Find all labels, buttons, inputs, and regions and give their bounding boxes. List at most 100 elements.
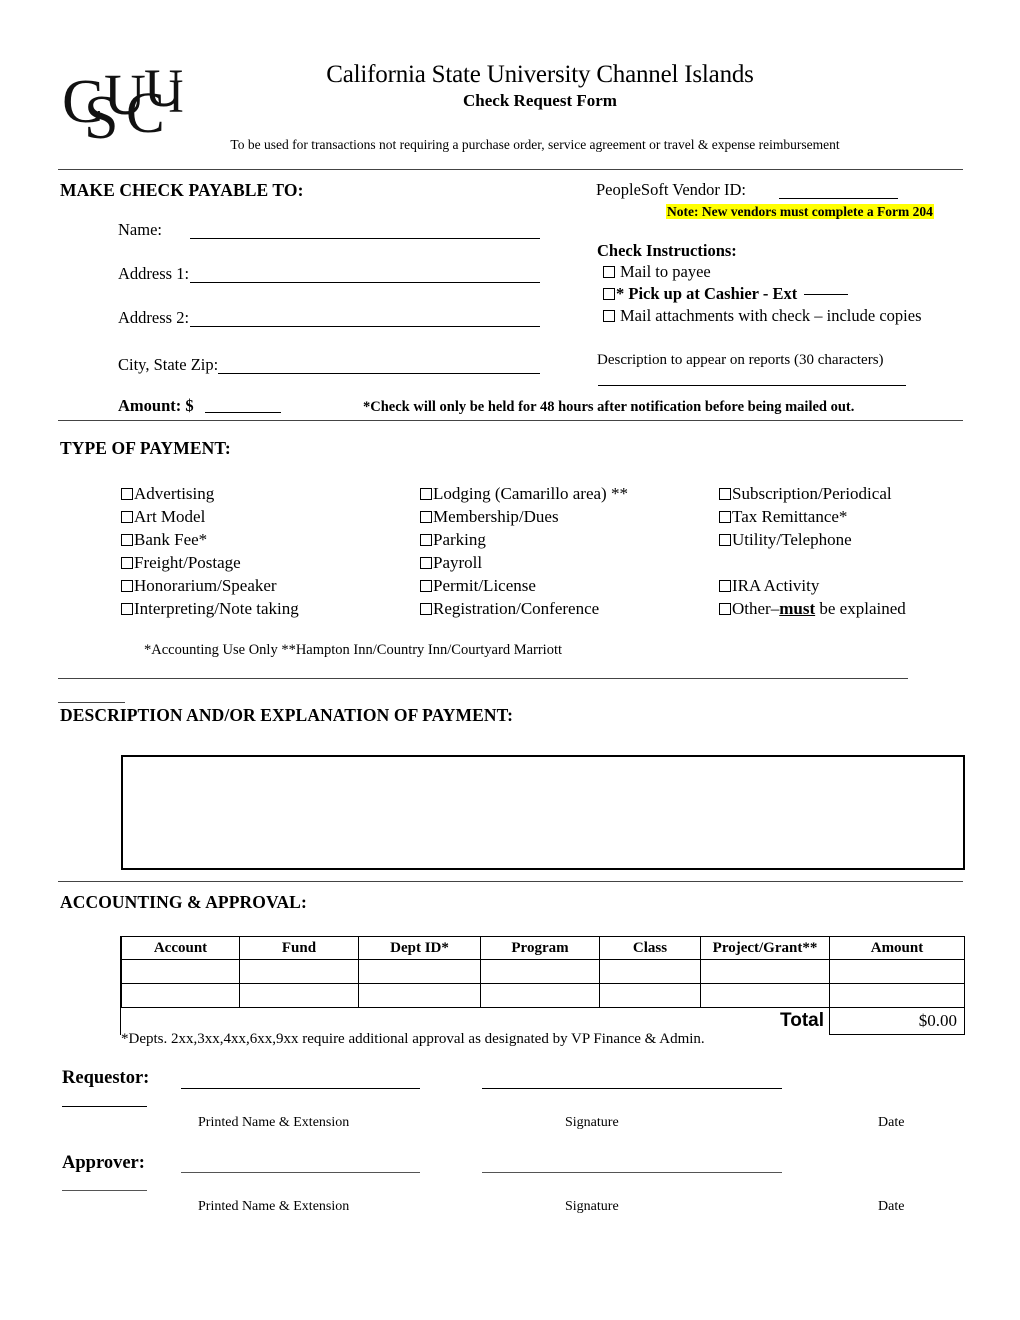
payment-type-label: Membership/Dues <box>433 507 559 526</box>
payment-type-label: Art Model <box>134 507 206 526</box>
payment-type-label: Permit/License <box>433 576 536 595</box>
payment-type-other-suffix: be explained <box>815 599 906 618</box>
checkbox-art-model[interactable] <box>121 511 133 523</box>
payment-type-payroll[interactable]: Payroll <box>420 552 482 575</box>
check-instruction-mail-attachments[interactable]: Mail attachments with check – include co… <box>603 306 922 326</box>
divider-description <box>58 881 963 882</box>
approver-date-input[interactable] <box>62 1190 147 1191</box>
checkbox-interpreting-note-taking[interactable] <box>121 603 133 615</box>
checkbox-ira-activity[interactable] <box>719 580 731 592</box>
checkbox-bank-fee[interactable] <box>121 534 133 546</box>
divider-payment-type <box>58 678 908 679</box>
cell-project-grant[interactable] <box>700 983 830 1008</box>
payment-type-permit-license[interactable]: Permit/License <box>420 575 536 598</box>
report-description-label: Description to appear on reports (30 cha… <box>597 352 884 368</box>
checkbox-parking[interactable] <box>420 534 432 546</box>
payment-type-label: Interpreting/Note taking <box>134 599 299 618</box>
checkbox-membership-dues[interactable] <box>420 511 432 523</box>
payment-type-ira-activity[interactable]: IRA Activity <box>719 575 819 598</box>
vendor-id-input[interactable] <box>779 198 898 199</box>
cell-account[interactable] <box>121 959 240 984</box>
accounting-footnote: *Depts. 2xx,3xx,4xx,6xx,9xx require addi… <box>121 1031 705 1047</box>
payment-type-label: Bank Fee* <box>134 530 208 549</box>
column-header-account: Account <box>121 936 240 960</box>
checkbox-advertising[interactable] <box>121 488 133 500</box>
checkbox-payroll[interactable] <box>420 557 432 569</box>
approver-name-input[interactable] <box>181 1172 420 1173</box>
cell-fund[interactable] <box>239 983 359 1008</box>
payment-type-art-model[interactable]: Art Model <box>121 506 205 529</box>
payment-type-registration-conference[interactable]: Registration/Conference <box>420 598 599 621</box>
cashier-ext-input[interactable] <box>804 294 849 295</box>
address1-label: Address 1: <box>118 264 190 283</box>
checkbox-pickup-at-cashier[interactable] <box>603 288 615 300</box>
cell-program[interactable] <box>480 959 600 984</box>
report-description-input[interactable] <box>598 385 906 386</box>
checkbox-honorarium-speaker[interactable] <box>121 580 133 592</box>
checkbox-registration-conference[interactable] <box>420 603 432 615</box>
approver-signature-input[interactable] <box>482 1172 782 1173</box>
payment-type-bank-fee[interactable]: Bank Fee* <box>121 529 207 552</box>
name-input[interactable] <box>190 238 540 239</box>
checkbox-permit-license[interactable] <box>420 580 432 592</box>
checkbox-utility-telephone[interactable] <box>719 534 731 546</box>
payment-type-label: Honorarium/Speaker <box>134 576 277 595</box>
address2-input[interactable] <box>190 326 540 327</box>
form-title: Check Request Form <box>463 91 617 110</box>
checkbox-mail-attachments[interactable] <box>603 310 615 322</box>
payment-type-tax-remittance[interactable]: Tax Remittance* <box>719 506 847 529</box>
cell-class[interactable] <box>599 959 701 984</box>
requestor-date-input[interactable] <box>62 1106 147 1107</box>
check-instruction-pickup-cashier[interactable]: * Pick up at Cashier - Ext <box>603 284 849 304</box>
payment-type-other[interactable]: Other–must be explained <box>719 598 906 621</box>
check-instruction-label: * Pick up at Cashier - Ext <box>616 284 798 303</box>
column-header-dept-id: Dept ID* <box>358 936 481 960</box>
payment-type-membership-dues[interactable]: Membership/Dues <box>420 506 559 529</box>
payment-type-footnotes: *Accounting Use Only **Hampton Inn/Count… <box>144 642 563 658</box>
cell-class[interactable] <box>599 983 701 1008</box>
form-subtitle: To be used for transactions not requirin… <box>230 137 840 152</box>
table-row <box>121 983 965 1008</box>
amount-input[interactable] <box>205 412 281 413</box>
checkbox-other[interactable] <box>719 603 731 615</box>
cell-dept-id[interactable] <box>358 959 481 984</box>
checkbox-lodging[interactable] <box>420 488 432 500</box>
cell-account[interactable] <box>121 983 240 1008</box>
table-row <box>121 959 965 984</box>
type-of-payment-heading: TYPE OF PAYMENT: <box>60 438 231 458</box>
address2-label: Address 2: <box>118 308 190 327</box>
amount-label: Amount: $ <box>118 396 194 415</box>
city-state-zip-input[interactable] <box>218 373 540 374</box>
check-instruction-mail-to-payee[interactable]: Mail to payee <box>603 262 711 282</box>
column-header-fund: Fund <box>239 936 359 960</box>
payment-type-lodging[interactable]: Lodging (Camarillo area) ** <box>420 483 628 506</box>
payment-type-interpreting-note-taking[interactable]: Interpreting/Note taking <box>121 598 299 621</box>
cell-dept-id[interactable] <box>358 983 481 1008</box>
checkbox-tax-remittance[interactable] <box>719 511 731 523</box>
payment-type-freight-postage[interactable]: Freight/Postage <box>121 552 241 575</box>
caption-date: Date <box>878 1115 905 1130</box>
payment-type-label: Utility/Telephone <box>732 530 852 549</box>
checkbox-freight-postage[interactable] <box>121 557 133 569</box>
payment-type-honorarium-speaker[interactable]: Honorarium/Speaker <box>121 575 277 598</box>
payment-type-subscription-periodical[interactable]: Subscription/Periodical <box>719 483 892 506</box>
table-header-row: Account Fund Dept ID* Program Class Proj… <box>121 936 965 960</box>
requestor-signature-input[interactable] <box>482 1088 782 1089</box>
checkbox-mail-to-payee[interactable] <box>603 266 615 278</box>
cell-amount[interactable] <box>829 983 965 1008</box>
description-textarea[interactable] <box>121 755 965 870</box>
checkbox-subscription-periodical[interactable] <box>719 488 731 500</box>
payment-type-utility-telephone[interactable]: Utility/Telephone <box>719 529 852 552</box>
cell-amount[interactable] <box>829 959 965 984</box>
payment-type-parking[interactable]: Parking <box>420 529 486 552</box>
cell-project-grant[interactable] <box>700 959 830 984</box>
total-value: $0.00 <box>829 1007 965 1035</box>
cell-fund[interactable] <box>239 959 359 984</box>
cell-program[interactable] <box>480 983 600 1008</box>
caption-date: Date <box>878 1199 905 1214</box>
requestor-name-input[interactable] <box>181 1088 420 1089</box>
payment-type-advertising[interactable]: Advertising <box>121 483 214 506</box>
vendor-note-text: Note: New vendors must complete a Form 2… <box>666 204 934 219</box>
address1-input[interactable] <box>190 282 540 283</box>
requestor-label: Requestor: <box>62 1068 150 1088</box>
